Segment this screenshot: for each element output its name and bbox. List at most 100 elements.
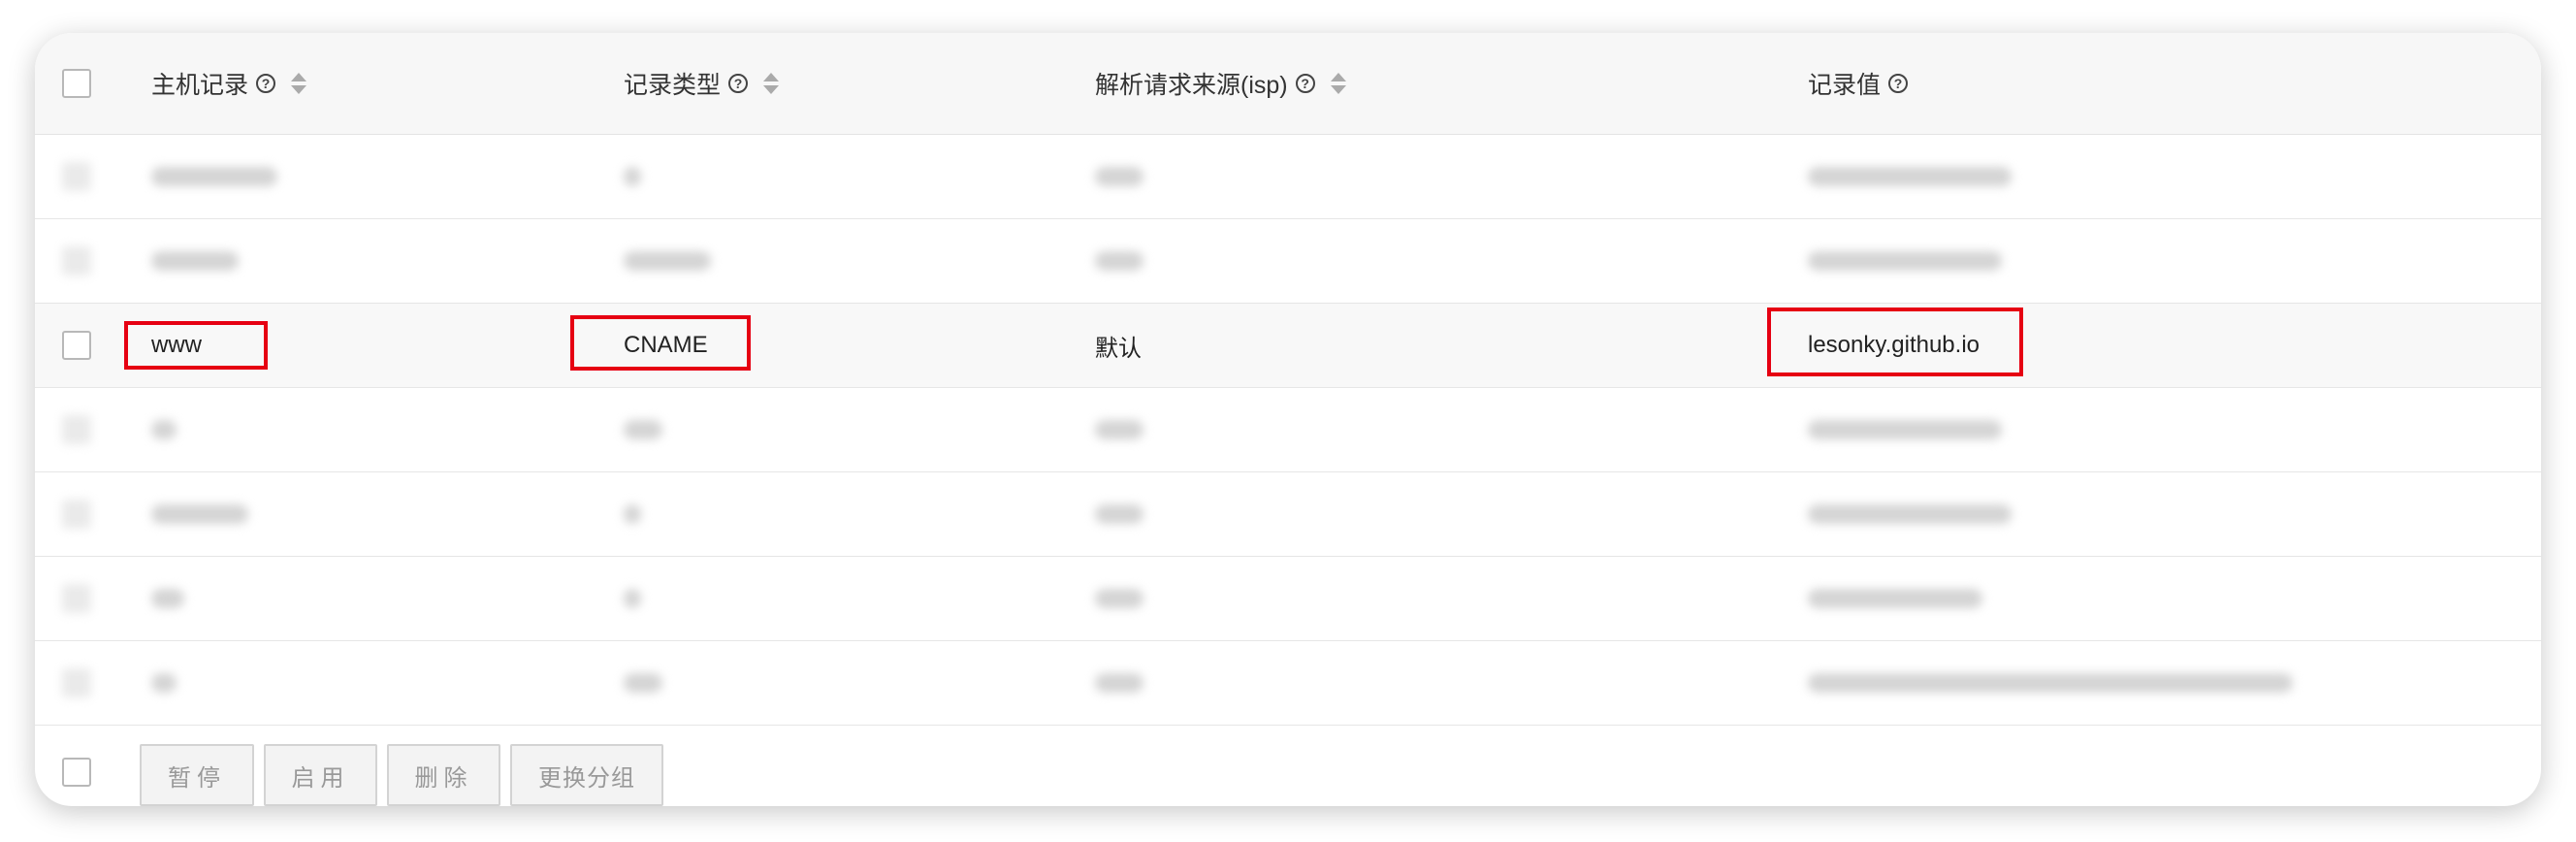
table-row-www[interactable]: www CNAME 默认 lesonky.github.io — [35, 304, 2541, 388]
isp-value: 默认 — [1095, 335, 1142, 362]
sort-caret-icon[interactable] — [291, 73, 307, 94]
type-cell — [624, 388, 662, 471]
row-checkbox-cell — [62, 641, 120, 725]
row-checkbox-cell — [62, 219, 120, 303]
redacted-value — [1808, 589, 1982, 608]
isp-cell — [1095, 388, 1143, 471]
redacted-value — [624, 504, 641, 524]
column-header-value: 记录值 ? — [1808, 33, 1909, 134]
footer-select-all-cell — [62, 758, 91, 787]
redacted-value — [1808, 420, 2002, 439]
type-cell — [624, 641, 662, 725]
delete-button[interactable]: 删除 — [387, 744, 500, 806]
redacted-value — [1095, 420, 1143, 439]
redacted-value — [151, 420, 177, 439]
table-row[interactable] — [35, 219, 2541, 304]
redacted-value — [1095, 673, 1143, 693]
sort-caret-icon[interactable] — [763, 73, 780, 94]
type-cell — [624, 557, 641, 640]
redacted-value — [1808, 504, 2012, 524]
isp-cell — [1095, 219, 1143, 303]
redacted-value — [1095, 589, 1143, 608]
column-header-value-label: 记录值 — [1808, 72, 1882, 99]
isp-cell — [1095, 557, 1143, 640]
question-circle-icon[interactable]: ? — [1295, 74, 1315, 93]
isp-cell — [1095, 135, 1143, 218]
redacted-value — [1808, 251, 2002, 271]
enable-button[interactable]: 启用 — [264, 744, 377, 806]
redacted-value — [624, 251, 711, 271]
redacted-value — [624, 673, 662, 693]
select-all-checkbox[interactable] — [62, 69, 91, 98]
host-cell — [151, 388, 177, 471]
isp-cell — [1095, 641, 1143, 725]
host-cell — [151, 557, 184, 640]
row-checkbox[interactable] — [62, 668, 91, 697]
row-checkbox[interactable] — [62, 246, 91, 275]
host-cell — [151, 641, 177, 725]
redacted-value — [151, 673, 177, 693]
redacted-value — [1095, 504, 1143, 524]
highlight-box-type — [570, 315, 751, 371]
change-group-button[interactable]: 更换分组 — [510, 744, 663, 806]
value-cell — [1808, 219, 2002, 303]
pause-button[interactable]: 暂停 — [140, 744, 254, 806]
redacted-value — [624, 167, 641, 186]
table-row[interactable] — [35, 472, 2541, 557]
row-checkbox-cell — [62, 472, 120, 556]
column-header-isp[interactable]: 解析请求来源(isp) ? — [1095, 33, 1346, 134]
sort-caret-icon[interactable] — [1330, 73, 1346, 94]
footer-select-all-checkbox[interactable] — [62, 758, 91, 787]
host-cell — [151, 219, 239, 303]
row-checkbox[interactable] — [62, 415, 91, 444]
column-header-host[interactable]: 主机记录 ? — [151, 33, 307, 134]
redacted-value — [151, 167, 277, 186]
column-header-host-label: 主机记录 — [151, 72, 249, 99]
isp-cell: 默认 — [1095, 304, 1142, 387]
question-circle-icon[interactable]: ? — [728, 74, 749, 93]
batch-actions-bar: 暂停 启用 删除 更换分组 — [35, 738, 2541, 806]
value-cell — [1808, 641, 2293, 725]
redacted-value — [151, 251, 239, 271]
column-header-isp-label: 解析请求来源(isp) — [1095, 72, 1288, 99]
value-cell — [1808, 388, 2002, 471]
row-checkbox-cell — [62, 388, 120, 471]
redacted-value — [151, 589, 184, 608]
host-cell — [151, 135, 277, 218]
row-checkbox-cell — [62, 304, 120, 387]
redacted-value — [1095, 251, 1143, 271]
column-header-type-label: 记录类型 — [624, 72, 722, 99]
row-checkbox[interactable] — [62, 162, 91, 191]
redacted-value — [1808, 673, 2293, 693]
table-header: 主机记录 ? 记录类型 ? 解析请求来源(isp) ? 记录值 ? — [35, 33, 2541, 135]
type-cell — [624, 135, 641, 218]
host-cell — [151, 472, 248, 556]
highlight-box-host — [124, 321, 268, 370]
table-row[interactable] — [35, 388, 2541, 472]
redacted-value — [1095, 167, 1143, 186]
question-circle-icon[interactable]: ? — [256, 74, 276, 93]
redacted-value — [624, 589, 641, 608]
column-header-type[interactable]: 记录类型 ? — [624, 33, 780, 134]
dns-records-table-card: 主机记录 ? 记录类型 ? 解析请求来源(isp) ? 记录值 ? www CN… — [35, 33, 2541, 806]
table-row[interactable] — [35, 557, 2541, 641]
isp-cell — [1095, 472, 1143, 556]
table-row[interactable] — [35, 135, 2541, 219]
value-cell — [1808, 472, 2012, 556]
table-row[interactable] — [35, 641, 2541, 726]
type-cell — [624, 219, 711, 303]
redacted-value — [151, 504, 248, 524]
value-cell — [1808, 557, 1982, 640]
redacted-value — [624, 420, 662, 439]
redacted-value — [1808, 167, 2012, 186]
question-circle-icon[interactable]: ? — [1888, 74, 1909, 93]
row-checkbox[interactable] — [62, 584, 91, 613]
row-checkbox-cell — [62, 135, 120, 218]
row-checkbox[interactable] — [62, 331, 91, 360]
select-all-cell — [62, 33, 120, 134]
type-cell — [624, 472, 641, 556]
highlight-box-value — [1767, 308, 2023, 376]
row-checkbox-cell — [62, 557, 120, 640]
row-checkbox[interactable] — [62, 500, 91, 529]
value-cell — [1808, 135, 2012, 218]
